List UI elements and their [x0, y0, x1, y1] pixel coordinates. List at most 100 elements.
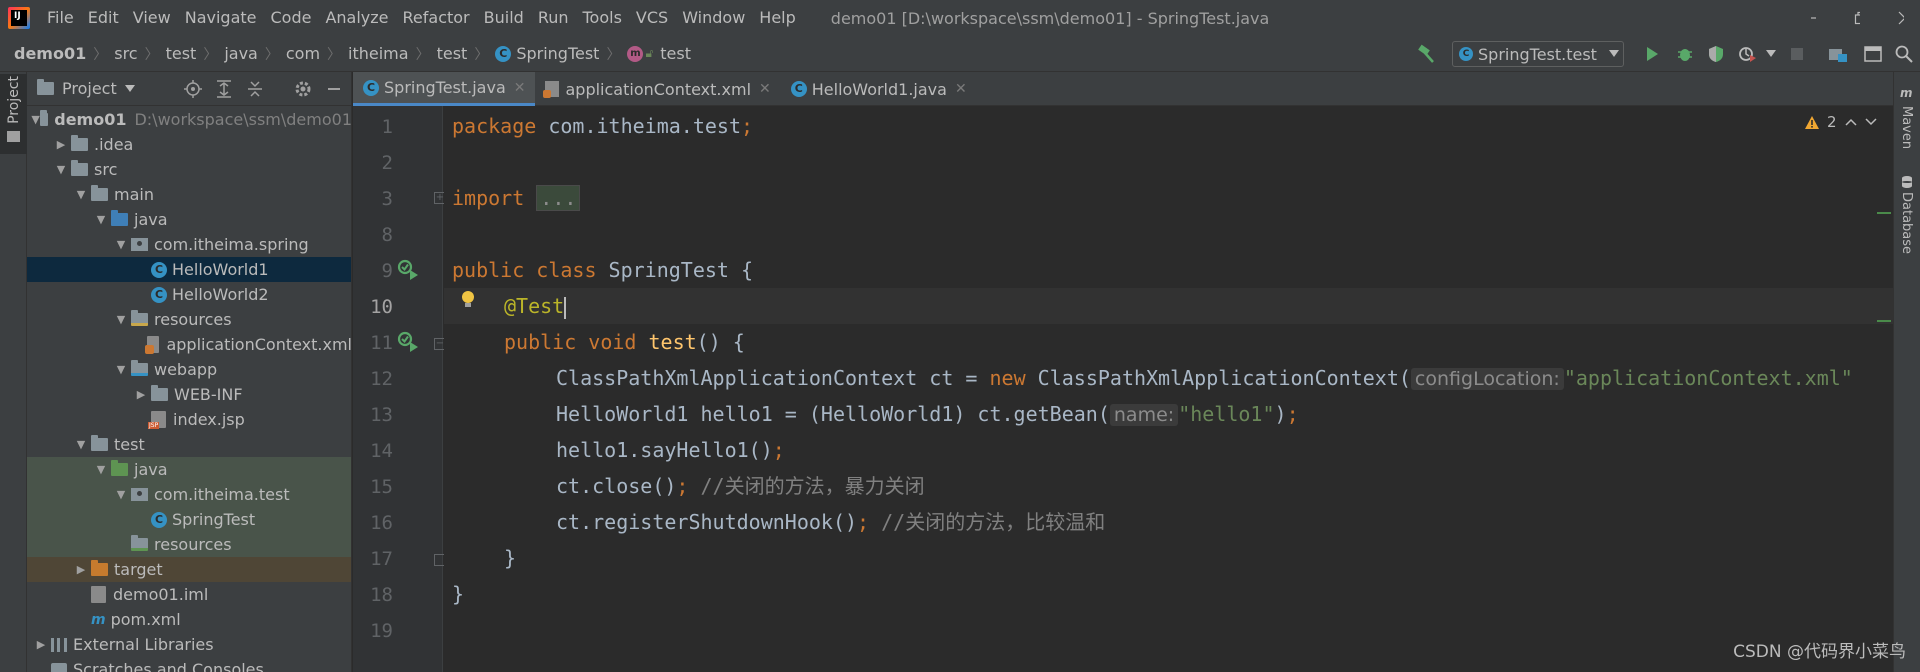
tree-item-helloworld1[interactable]: C HelloWorld1	[27, 257, 351, 282]
debug-button[interactable]	[1674, 43, 1696, 65]
tree-item-java-main[interactable]: ▼ java	[27, 207, 351, 232]
menu-refactor[interactable]: Refactor	[396, 0, 477, 36]
run-test-method-icon[interactable]	[397, 331, 419, 353]
breadcrumb-test[interactable]: test	[166, 44, 197, 63]
menu-file[interactable]: File	[40, 0, 81, 36]
breadcrumb-project[interactable]: demo01	[14, 44, 86, 63]
presentation-mode-button[interactable]	[1862, 43, 1884, 65]
tree-item-src[interactable]: ▼ src	[27, 157, 351, 182]
profile-button[interactable]	[1737, 43, 1759, 65]
chevron-down-icon[interactable]: ▼	[111, 313, 131, 326]
chevron-down-icon[interactable]	[124, 84, 135, 93]
menu-run[interactable]: Run	[531, 0, 576, 36]
tree-item-resources-main[interactable]: ▼ resources	[27, 307, 351, 332]
chevron-down-icon[interactable]: ▼	[91, 213, 111, 226]
close-icon[interactable]	[1898, 11, 1904, 25]
chevron-down-icon[interactable]: ▼	[71, 188, 91, 201]
chevron-right-icon[interactable]: ▶	[71, 563, 91, 576]
breadcrumb-method[interactable]: m 🔓︎ test	[627, 44, 691, 63]
hide-panel-icon[interactable]	[323, 78, 345, 100]
error-stripe-marker[interactable]	[1877, 212, 1891, 214]
tab-helloworld1-java[interactable]: C HelloWorld1.java ✕	[781, 72, 977, 106]
close-tab-icon[interactable]: ✕	[759, 81, 771, 97]
breadcrumb-java[interactable]: java	[224, 44, 258, 63]
error-stripe-marker[interactable]	[1877, 320, 1891, 322]
chevron-right-icon[interactable]: ▶	[131, 388, 151, 401]
tree-item-idea[interactable]: ▶ .idea	[27, 132, 351, 157]
chevron-down-icon[interactable]: ▼	[111, 363, 131, 376]
tree-item-demo01-iml[interactable]: demo01.iml	[27, 582, 351, 607]
more-run-options-button[interactable]	[1760, 43, 1782, 65]
chevron-down-icon[interactable]: ▼	[91, 463, 111, 476]
menu-help[interactable]: Help	[752, 0, 802, 36]
chevron-down-icon[interactable]: ▼	[71, 438, 91, 451]
menu-edit[interactable]: Edit	[81, 0, 126, 36]
menu-analyze[interactable]: Analyze	[318, 0, 395, 36]
chevron-down-icon[interactable]: ▼	[51, 163, 71, 176]
tab-applicationcontext-xml[interactable]: applicationContext.xml ✕	[535, 72, 780, 106]
inspection-widget[interactable]: 2	[1805, 113, 1877, 131]
chevron-down-icon[interactable]: ▼	[111, 488, 131, 501]
run-test-class-icon[interactable]	[397, 259, 419, 281]
run-configuration-select[interactable]: C SpringTest.test	[1452, 41, 1624, 67]
tree-item-test[interactable]: ▼ test	[27, 432, 351, 457]
folded-imports[interactable]: ...	[536, 185, 581, 211]
breadcrumb-itheima[interactable]: itheima	[348, 44, 409, 63]
tree-item-java-test[interactable]: ▼ java	[27, 457, 351, 482]
breadcrumb-class[interactable]: C SpringTest	[495, 44, 599, 63]
search-everywhere-button[interactable]	[1893, 43, 1915, 65]
database-tool-tab[interactable]: Database	[1899, 192, 1914, 254]
menu-build[interactable]: Build	[477, 0, 531, 36]
menu-window[interactable]: Window	[675, 0, 752, 36]
breadcrumb-test-package[interactable]: test	[437, 44, 468, 63]
maven-tool-tab[interactable]: Maven	[1899, 106, 1914, 149]
close-tab-icon[interactable]: ✕	[514, 80, 526, 96]
tree-item-resources-test[interactable]: resources	[27, 532, 351, 557]
project-panel-title[interactable]: Project	[62, 79, 117, 98]
chevron-right-icon[interactable]: ▶	[51, 138, 71, 151]
close-tab-icon[interactable]: ✕	[955, 81, 967, 97]
tree-item-external-libraries[interactable]: ▶ External Libraries	[27, 632, 351, 657]
coverage-button[interactable]	[1705, 43, 1727, 65]
menu-vcs[interactable]: VCS	[629, 0, 675, 36]
tree-item-scratches[interactable]: Scratches and Consoles	[27, 657, 351, 672]
chevron-down-icon[interactable]: ▼	[31, 113, 40, 126]
tree-item-helloworld2[interactable]: C HelloWorld2	[27, 282, 351, 307]
tree-item-main[interactable]: ▼ main	[27, 182, 351, 207]
restore-icon[interactable]	[1854, 11, 1860, 25]
menu-code[interactable]: Code	[264, 0, 319, 36]
build-hammer-icon[interactable]	[1416, 43, 1438, 65]
chevron-down-icon[interactable]: ▼	[111, 238, 131, 251]
expand-all-icon[interactable]	[213, 78, 235, 100]
tree-item-webapp[interactable]: ▼ webapp	[27, 357, 351, 382]
lightbulb-intention-icon[interactable]	[461, 291, 475, 309]
tree-item-appcontext-xml[interactable]: applicationContext.xml	[27, 332, 351, 357]
tree-item-demo01[interactable]: ▼ demo01 D:\workspace\ssm\demo01	[27, 107, 351, 132]
stop-button[interactable]	[1786, 43, 1808, 65]
tree-item-target[interactable]: ▶ target	[27, 557, 351, 582]
menu-tools[interactable]: Tools	[576, 0, 629, 36]
tree-item-package-spring[interactable]: ▼ com.itheima.spring	[27, 232, 351, 257]
tree-item-web-inf[interactable]: ▶ WEB-INF	[27, 382, 351, 407]
menu-view[interactable]: View	[126, 0, 178, 36]
code-editor[interactable]: package com.itheima.test; import ... pub…	[444, 106, 1893, 672]
tree-item-index-jsp[interactable]: index.jsp	[27, 407, 351, 432]
run-button[interactable]	[1641, 43, 1663, 65]
menu-navigate[interactable]: Navigate	[178, 0, 264, 36]
tree-item-package-test[interactable]: ▼ com.itheima.test	[27, 482, 351, 507]
tree-item-springtest[interactable]: C SpringTest	[27, 507, 351, 532]
code-line-1: package com.itheima.test;	[452, 108, 753, 144]
collapse-all-icon[interactable]	[244, 78, 266, 100]
minimize-icon[interactable]	[1810, 11, 1816, 25]
chevron-up-icon[interactable]	[1845, 118, 1857, 126]
tab-springtest-java[interactable]: C SpringTest.java ✕	[353, 72, 536, 106]
project-structure-button[interactable]	[1827, 43, 1849, 65]
code-line-16: ct.registerShutdownHook(); //关闭的方法，比较温和	[556, 504, 1105, 540]
locate-file-icon[interactable]	[182, 78, 204, 100]
breadcrumb-com[interactable]: com	[286, 44, 320, 63]
chevron-down-icon[interactable]	[1865, 118, 1877, 126]
breadcrumb-src[interactable]: src	[114, 44, 137, 63]
tree-item-pom-xml[interactable]: m pom.xml	[27, 607, 351, 632]
gear-icon[interactable]	[292, 78, 314, 100]
chevron-right-icon[interactable]: ▶	[31, 638, 51, 651]
